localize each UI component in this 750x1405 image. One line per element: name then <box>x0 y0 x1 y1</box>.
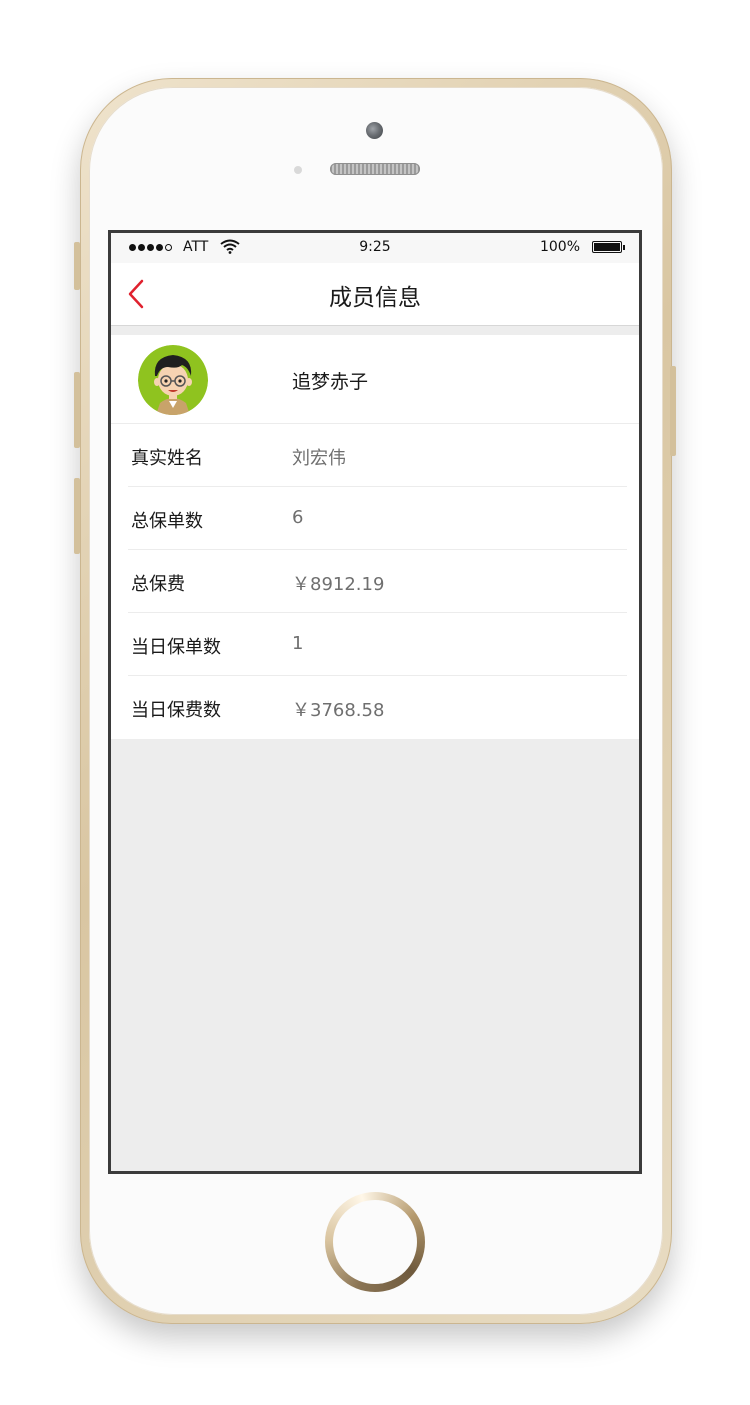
info-row-total-policies: 总保单数 6 <box>111 487 639 550</box>
info-row-real-name: 真实姓名 刘宏伟 <box>111 424 639 487</box>
home-button[interactable] <box>325 1192 425 1292</box>
volume-up-button <box>74 372 80 448</box>
home-button-center <box>333 1200 417 1284</box>
daily-premium-value: ￥3768.58 <box>292 700 385 721</box>
info-row-daily-policies: 当日保单数 1 <box>111 613 639 676</box>
profile-row[interactable]: 追梦赤子 <box>111 335 639 424</box>
mute-switch <box>74 242 80 290</box>
member-info-card: 追梦赤子 真实姓名 刘宏伟 总保单数 6 总保费 ￥8912.19 当日保单数 … <box>111 335 639 739</box>
nickname: 追梦赤子 <box>292 371 369 393</box>
daily-policies-label: 当日保单数 <box>131 637 221 658</box>
battery-icon <box>592 241 622 253</box>
screen: ATT 9:25 100% 成员信息 追梦赤子 真实姓名 刘宏伟 总保单数 6 … <box>108 230 642 1174</box>
total-policies-value: 6 <box>292 507 304 528</box>
daily-policies-value: 1 <box>292 633 304 654</box>
info-row-daily-premium: 当日保费数 ￥3768.58 <box>111 676 639 739</box>
navigation-bar: 成员信息 <box>111 263 639 326</box>
cartoon-man-avatar-icon <box>138 345 208 415</box>
power-button <box>670 366 676 456</box>
total-premium-label: 总保费 <box>131 574 185 595</box>
avatar <box>138 345 208 415</box>
total-premium-value: ￥8912.19 <box>292 574 385 595</box>
earpiece-speaker <box>330 163 420 175</box>
real-name-label: 真实姓名 <box>131 448 203 469</box>
battery-percent: 100% <box>539 239 580 255</box>
battery-tip <box>623 245 625 250</box>
proximity-sensor <box>294 166 302 174</box>
page-title: 成员信息 <box>329 285 421 311</box>
info-row-total-premium: 总保费 ￥8912.19 <box>111 550 639 613</box>
real-name-value: 刘宏伟 <box>292 448 346 469</box>
total-policies-label: 总保单数 <box>131 511 203 532</box>
daily-premium-label: 当日保费数 <box>131 700 221 721</box>
status-bar: ATT 9:25 100% <box>111 233 639 263</box>
volume-down-button <box>74 478 80 554</box>
front-camera <box>366 122 383 139</box>
